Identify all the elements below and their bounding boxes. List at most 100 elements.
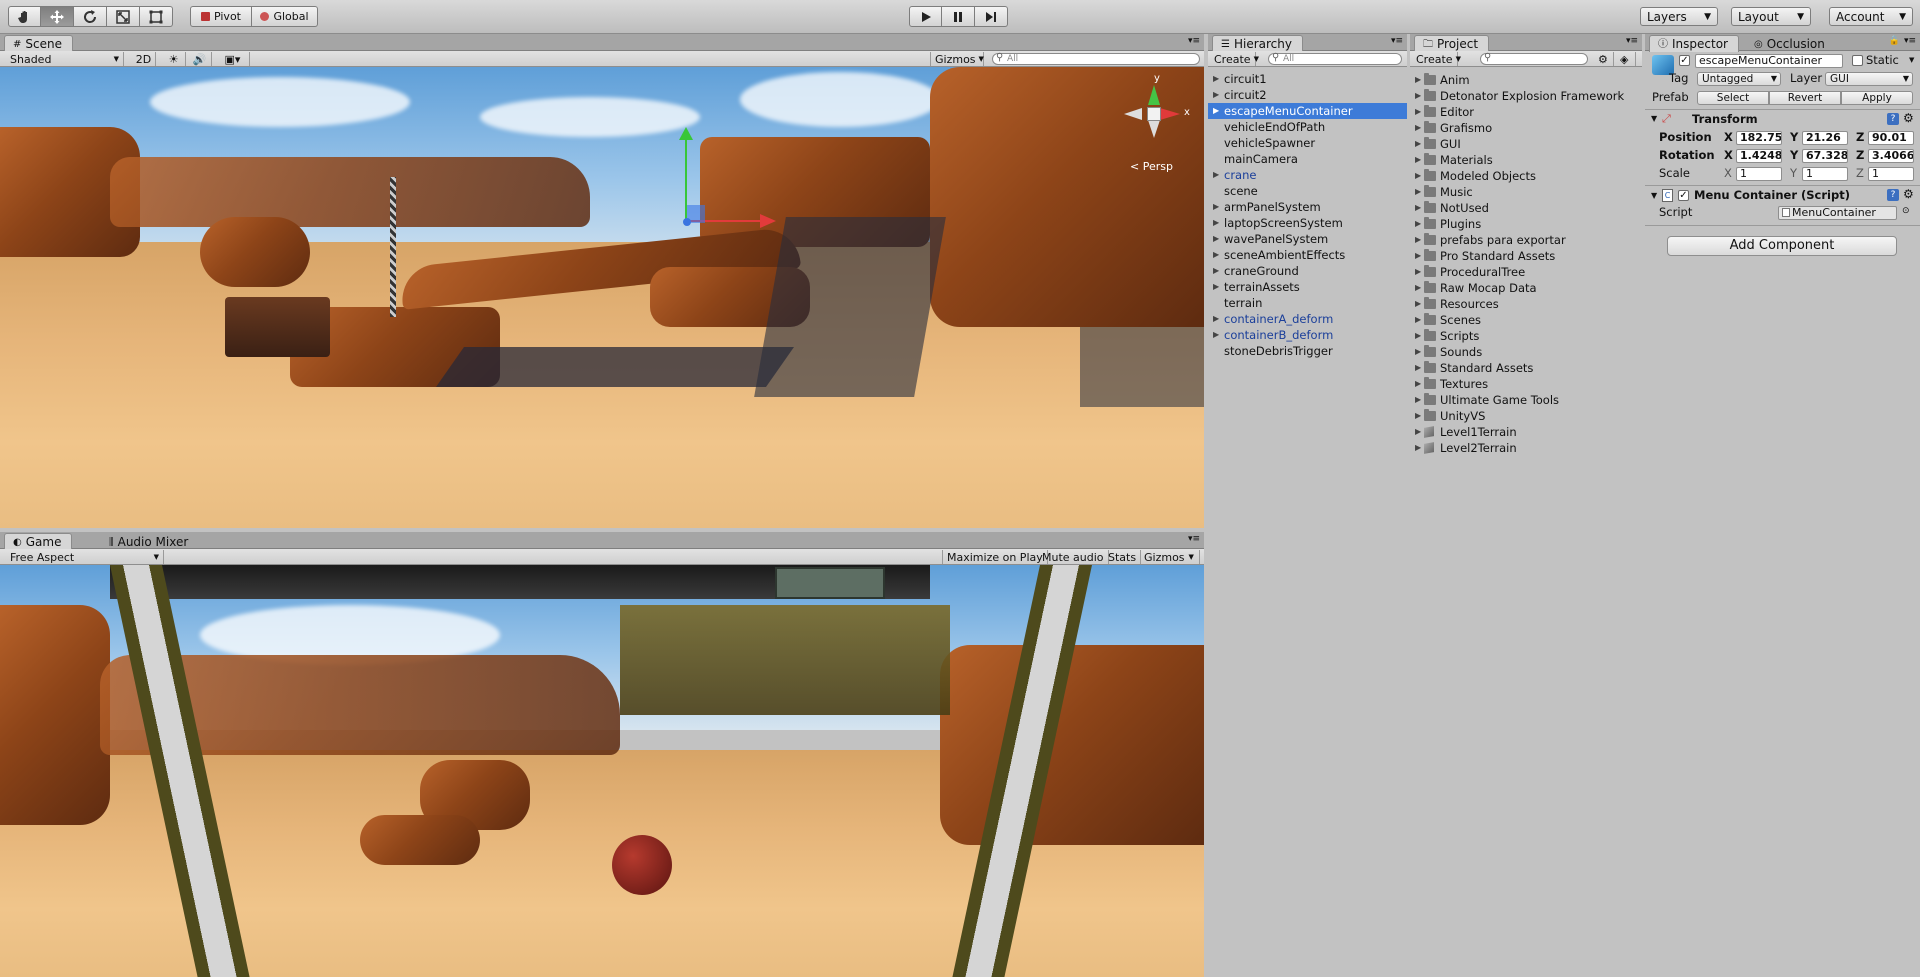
project-create-dropdown[interactable]: Create ▼ xyxy=(1412,52,1461,66)
tab-project[interactable]: 🗀 Project xyxy=(1414,35,1490,52)
expand-arrow-icon[interactable]: ▶ xyxy=(1213,71,1219,87)
gizmos-dropdown[interactable]: Gizmos ▼ xyxy=(930,52,984,66)
panel-menu-icon[interactable]: ▾≡ xyxy=(1391,36,1403,46)
pause-button[interactable] xyxy=(942,6,975,27)
hierarchy-item[interactable]: ▶ sceneAmbientEffects xyxy=(1208,247,1407,263)
expand-arrow-icon[interactable]: ▶ xyxy=(1415,104,1421,120)
dropdown-arrow-icon[interactable]: ▼ xyxy=(1909,56,1914,64)
component-settings-icon[interactable]: ⚙ xyxy=(1903,111,1914,125)
lighting-toggle[interactable]: ☀ xyxy=(162,52,186,66)
project-folder[interactable]: ▶ NotUsed xyxy=(1410,200,1642,216)
help-icon[interactable]: ? xyxy=(1887,113,1899,125)
hierarchy-item[interactable]: stoneDebrisTrigger xyxy=(1208,343,1407,359)
scene-orientation-gizmo[interactable]: x y xyxy=(1122,73,1190,143)
active-checkbox[interactable]: ✓ xyxy=(1679,55,1690,66)
project-folder[interactable]: ▶ Standard Assets xyxy=(1410,360,1642,376)
expand-arrow-icon[interactable]: ▶ xyxy=(1415,152,1421,168)
toggle-2d-button[interactable]: 2D xyxy=(132,52,156,66)
expand-arrow-icon[interactable]: ▶ xyxy=(1415,120,1421,136)
expand-arrow-icon[interactable]: ▶ xyxy=(1415,408,1421,424)
foldout-arrow-icon[interactable]: ▼ xyxy=(1651,191,1657,200)
project-folder[interactable]: ▶ Modeled Objects xyxy=(1410,168,1642,184)
expand-arrow-icon[interactable]: ▶ xyxy=(1415,232,1421,248)
hierarchy-item[interactable]: ▶ armPanelSystem xyxy=(1208,199,1407,215)
expand-arrow-icon[interactable]: ▶ xyxy=(1415,376,1421,392)
scene-viewport[interactable]: x y < Persp xyxy=(0,67,1204,528)
project-search-input[interactable] xyxy=(1480,53,1588,65)
project-folder[interactable]: ▶ Scripts xyxy=(1410,328,1642,344)
hierarchy-item[interactable]: vehicleSpawner xyxy=(1208,135,1407,151)
prefab-select-button[interactable]: Select xyxy=(1697,91,1769,105)
project-folder[interactable]: ▶ Materials xyxy=(1410,152,1642,168)
game-gizmos-dropdown[interactable]: Gizmos ▼ xyxy=(1140,550,1200,564)
rotation-y-field[interactable]: 67.328 xyxy=(1802,149,1848,163)
project-folder[interactable]: ▶ Music xyxy=(1410,184,1642,200)
panel-menu-icon[interactable]: ▾≡ xyxy=(1188,534,1200,544)
project-folder[interactable]: ▶ Ultimate Game Tools xyxy=(1410,392,1642,408)
expand-arrow-icon[interactable]: ▶ xyxy=(1415,344,1421,360)
tab-inspector[interactable]: ⓘ Inspector xyxy=(1649,35,1739,52)
tab-occlusion[interactable]: ◎ Occlusion xyxy=(1745,35,1836,52)
account-dropdown[interactable]: Account ▼ xyxy=(1829,7,1913,26)
object-picker-icon[interactable]: ⊙ xyxy=(1902,206,1910,216)
layer-dropdown[interactable]: GUI ▼ xyxy=(1825,72,1913,86)
hierarchy-item[interactable]: scene xyxy=(1208,183,1407,199)
rotation-x-field[interactable]: 1.4248 xyxy=(1736,149,1782,163)
layers-dropdown[interactable]: Layers ▼ xyxy=(1640,7,1718,26)
panel-menu-icon[interactable]: ▾≡ xyxy=(1188,36,1200,46)
expand-arrow-icon[interactable]: ▶ xyxy=(1415,280,1421,296)
expand-arrow-icon[interactable]: ▶ xyxy=(1415,168,1421,184)
component-settings-icon[interactable]: ⚙ xyxy=(1903,187,1914,201)
effects-dropdown[interactable]: ▣▾ xyxy=(216,52,250,66)
hierarchy-search-input[interactable]: All xyxy=(1268,53,1402,65)
scale-z-field[interactable]: 1 xyxy=(1868,167,1914,181)
orient-neg-x-cone[interactable] xyxy=(1124,108,1142,120)
step-button[interactable] xyxy=(975,6,1008,27)
hierarchy-item[interactable]: ▶ terrainAssets xyxy=(1208,279,1407,295)
expand-arrow-icon[interactable]: ▶ xyxy=(1213,327,1219,343)
expand-arrow-icon[interactable]: ▶ xyxy=(1213,215,1219,231)
maximize-on-play-toggle[interactable]: Maximize on Play xyxy=(942,550,1048,564)
project-folder[interactable]: ▶ Anim xyxy=(1410,72,1642,88)
script-object-field[interactable]: MenuContainer xyxy=(1778,206,1897,220)
hierarchy-item[interactable]: terrain xyxy=(1208,295,1407,311)
project-folder[interactable]: ▶ Editor xyxy=(1410,104,1642,120)
hierarchy-item[interactable]: vehicleEndOfPath xyxy=(1208,119,1407,135)
expand-arrow-icon[interactable]: ▶ xyxy=(1213,167,1219,183)
expand-arrow-icon[interactable]: ▶ xyxy=(1213,103,1219,119)
expand-arrow-icon[interactable]: ▶ xyxy=(1415,136,1421,152)
project-folder[interactable]: ▶ Plugins xyxy=(1410,216,1642,232)
component-enabled-checkbox[interactable]: ✓ xyxy=(1678,190,1689,201)
expand-arrow-icon[interactable]: ▶ xyxy=(1213,199,1219,215)
expand-arrow-icon[interactable]: ▶ xyxy=(1213,231,1219,247)
help-icon[interactable]: ? xyxy=(1887,189,1899,201)
hierarchy-item[interactable]: ▶ crane xyxy=(1208,167,1407,183)
stats-toggle[interactable]: Stats xyxy=(1104,550,1142,564)
tab-hierarchy[interactable]: ☰ Hierarchy xyxy=(1212,35,1303,52)
rotation-z-field[interactable]: 3.4066 xyxy=(1868,149,1914,163)
position-y-field[interactable]: 21.26 xyxy=(1802,131,1848,145)
project-folder[interactable]: ▶ ProceduralTree xyxy=(1410,264,1642,280)
tab-audio-mixer[interactable]: ⫼ Audio Mixer xyxy=(100,533,199,550)
global-toggle[interactable]: Global xyxy=(252,6,318,27)
hierarchy-item[interactable]: ▶ wavePanelSystem xyxy=(1208,231,1407,247)
expand-arrow-icon[interactable]: ▶ xyxy=(1415,264,1421,280)
expand-arrow-icon[interactable]: ▶ xyxy=(1213,263,1219,279)
aspect-dropdown[interactable]: Free Aspect ▼ xyxy=(0,550,164,564)
pivot-toggle[interactable]: Pivot xyxy=(190,6,252,27)
project-folder[interactable]: ▶ Raw Mocap Data xyxy=(1410,280,1642,296)
project-folder[interactable]: ▶ Grafismo xyxy=(1410,120,1642,136)
hand-tool-button[interactable] xyxy=(8,6,41,27)
expand-arrow-icon[interactable]: ▶ xyxy=(1415,424,1421,440)
panel-menu-icon[interactable]: ▾≡ xyxy=(1904,36,1916,46)
hierarchy-item[interactable]: ▶ containerB_deform xyxy=(1208,327,1407,343)
hierarchy-item[interactable]: ▶ laptopScreenSystem xyxy=(1208,215,1407,231)
hierarchy-item[interactable]: ▶ escapeMenuContainer xyxy=(1208,103,1407,119)
expand-arrow-icon[interactable]: ▶ xyxy=(1415,328,1421,344)
rotate-tool-button[interactable] xyxy=(74,6,107,27)
scale-x-field[interactable]: 1 xyxy=(1736,167,1782,181)
play-button[interactable] xyxy=(909,6,942,27)
position-x-field[interactable]: 182.75 xyxy=(1736,131,1782,145)
game-viewport[interactable] xyxy=(0,565,1204,977)
expand-arrow-icon[interactable]: ▶ xyxy=(1415,184,1421,200)
